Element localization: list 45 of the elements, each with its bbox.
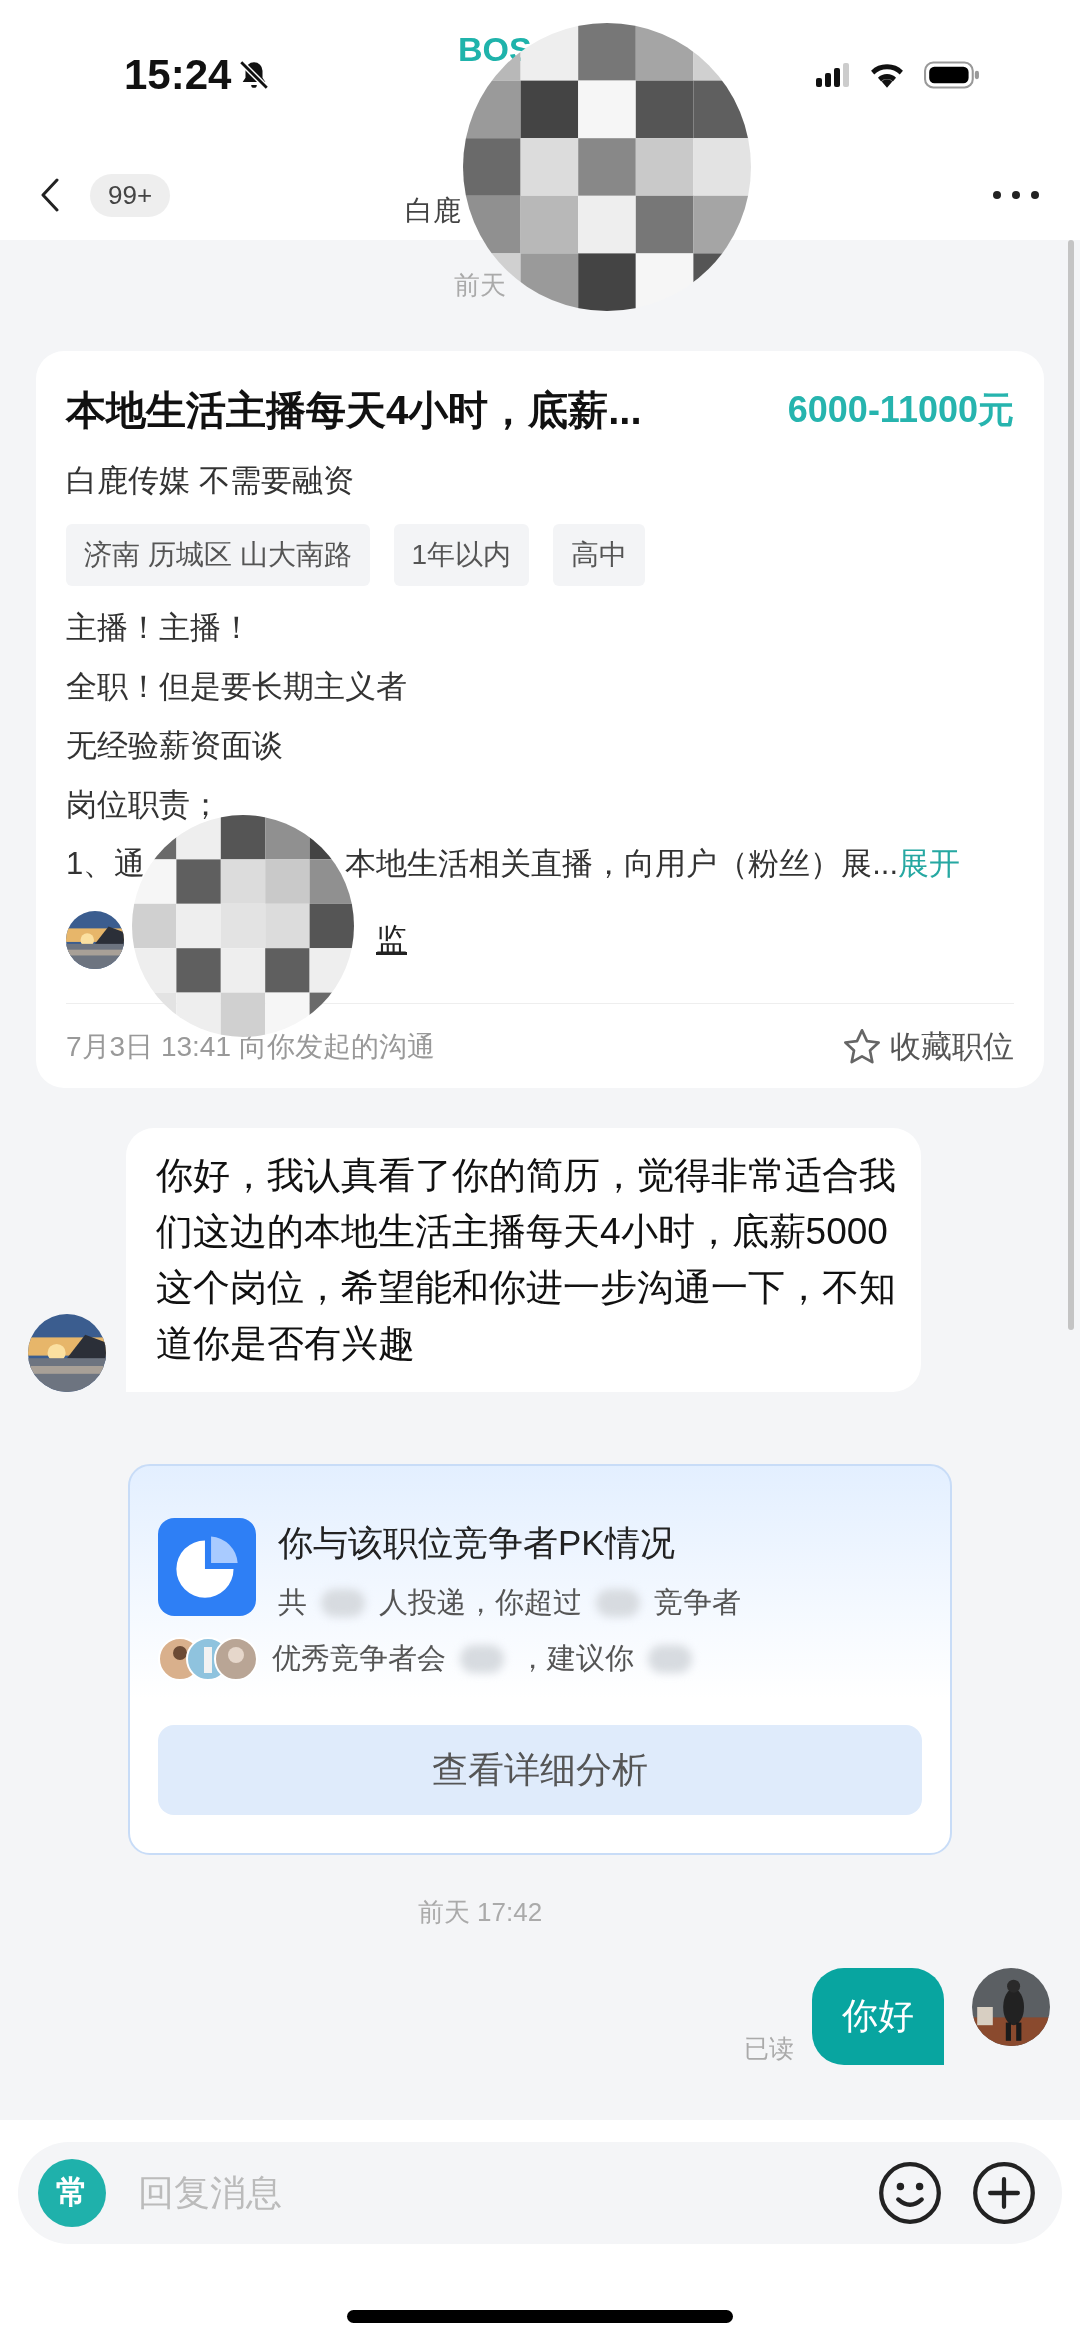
pk-text: 共 (278, 1585, 307, 1620)
signal-icon (816, 63, 850, 87)
star-icon (842, 1027, 882, 1067)
timestamp: 前天 (453, 269, 507, 302)
description-line: 全职！但是要长期主义者 (66, 668, 408, 706)
pk-title: 你与该职位竞争者PK情况 (278, 1522, 676, 1564)
company-info: 白鹿传媒 不需要融资 (66, 462, 355, 500)
description-line: 本地生活相关直播，向用户（粉丝）展... (345, 845, 899, 883)
blurred-number (460, 1645, 504, 1673)
job-tag: 济南 历城区 山大南路 (66, 524, 370, 586)
status-time: 15:24 (124, 51, 232, 99)
message-bubble: 你好 (812, 1968, 944, 2065)
salary: 6000-11000元 (787, 388, 1014, 432)
pk-text: ，建议你 (518, 1641, 634, 1676)
description-line: 1、通 (66, 845, 146, 883)
job-title: 本地生活主播每天4小时，底薪... (66, 387, 642, 434)
more-icon[interactable] (992, 190, 1040, 200)
favorite-button[interactable]: 收藏职位 (842, 1026, 1014, 1068)
chat-title: 白鹿 (405, 194, 461, 228)
blurred-number (321, 1589, 365, 1617)
description-line: 岗位职责； (66, 786, 222, 824)
battery-icon (924, 61, 980, 89)
add-icon[interactable] (972, 2161, 1036, 2225)
pk-card[interactable]: 你与该职位竞争者PK情况 共 人投递，你超过 竞争者 优秀竞争者会 ，建议你 查看详细分析 (128, 1464, 952, 1855)
unread-badge: 99+ (90, 173, 171, 217)
pie-chart-icon (158, 1518, 256, 1616)
job-card[interactable]: 本地生活主播每天4小时，底薪... 6000-11000元 白鹿传媒 不需要融资 济南 历城区 山大南路 1年以内 高中 主播！主播！ 全职！但是要长期主义者 无经验薪资面谈 岗位职责； 1、通 本地生活相关直播，向用户（粉丝）展...展开 监 7月3日 13:41 向你发起的沟通 收藏职位 (36, 351, 1044, 1088)
blurred-number (648, 1645, 692, 1673)
wifi-icon (870, 62, 904, 88)
back-icon[interactable] (40, 178, 60, 212)
pk-text: 优秀竞争者会 (272, 1641, 446, 1676)
description-line: 无经验薪资面谈 (66, 727, 284, 765)
job-tag: 高中 (553, 524, 646, 586)
read-status: 已读 (744, 2033, 794, 2064)
timestamp: 前天 17:42 (416, 1896, 544, 1929)
message-bubble: 你好，我认真看了你的简历，觉得非常适合我们这边的本地生活主播每天4小时，底薪5000这个岗位，希望能和你进一步沟通一下，不知道你是否有兴趣 (126, 1128, 921, 1392)
job-tag: 1年以内 (393, 524, 530, 586)
description-line: 主播！主播！ (66, 609, 253, 647)
blurred-number (596, 1589, 640, 1617)
pk-text: 竞争者 (654, 1585, 741, 1620)
recruiter-name: 监 (376, 921, 407, 959)
analysis-button[interactable]: 查看详细分析 (158, 1725, 922, 1815)
emoji-icon[interactable] (878, 2161, 942, 2225)
pk-text: 人投递，你超过 (379, 1585, 582, 1620)
card-footer-text: 7月3日 13:41 向你发起的沟通 (66, 1030, 435, 1064)
